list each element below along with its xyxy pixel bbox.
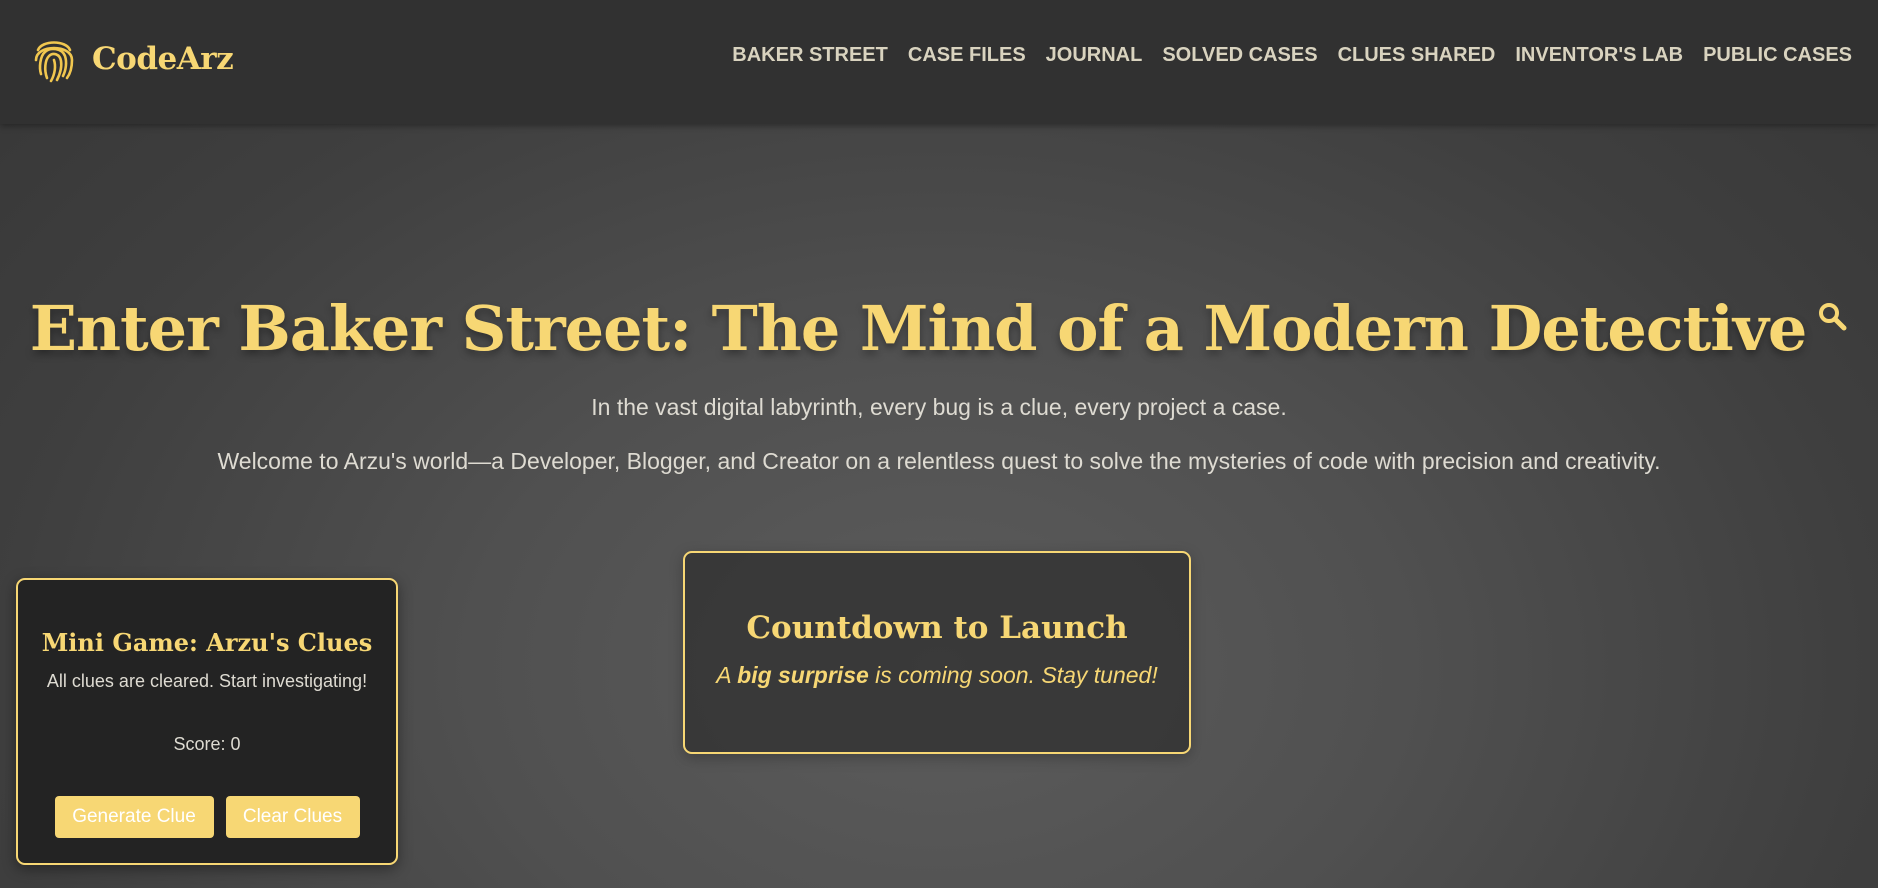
countdown-title: Countdown to Launch [746, 610, 1128, 646]
nav-link-public-cases[interactable]: PUBLIC CASES [1703, 44, 1852, 67]
generate-clue-button[interactable]: Generate Clue [54, 796, 214, 838]
mini-game-status: All clues are cleared. Start investigati… [46, 671, 368, 691]
fingerprint-icon [34, 41, 74, 83]
hero-tagline-2: Welcome to Arzu's world—a Developer, Blo… [217, 448, 1661, 474]
hero-title-text: Enter Baker Street: The Mind of a Modern… [29, 292, 1808, 365]
nav-link-journal[interactable]: JOURNAL [1046, 44, 1143, 67]
brand-link[interactable]: CodeArz [32, 34, 234, 84]
nav-link-inventors-lab[interactable]: INVENTOR'S LAB [1515, 44, 1683, 67]
search-icon [1819, 303, 1847, 331]
mini-game-card: Mini Game: Arzu's Clues All clues are cl… [16, 578, 398, 865]
hero-title: Enter Baker Street: The Mind of a Modern… [0, 292, 1878, 365]
nav-link-baker-street[interactable]: BAKER STREET [732, 44, 888, 67]
countdown-text-bold: big surprise [737, 662, 869, 688]
nav-link-clues-shared[interactable]: CLUES SHARED [1338, 44, 1496, 67]
hero-tagline-1: In the vast digital labyrinth, every bug… [591, 394, 1287, 420]
countdown-text-after: is coming soon. Stay tuned! [868, 662, 1158, 688]
nav-link-case-files[interactable]: CASE FILES [908, 44, 1026, 67]
navbar: CodeArz BAKER STREET CASE FILES JOURNAL … [0, 0, 1878, 124]
clear-clues-button[interactable]: Clear Clues [225, 796, 360, 838]
countdown-text-before: A [716, 662, 738, 688]
mini-game-score: Score: 0 [173, 734, 241, 754]
nav-links: BAKER STREET CASE FILES JOURNAL SOLVED C… [712, 44, 1852, 67]
mini-game-buttons: Generate Clue Clear Clues [18, 796, 396, 838]
countdown-card: Countdown to Launch A big surprise is co… [683, 551, 1191, 754]
nav-link-solved-cases[interactable]: SOLVED CASES [1162, 44, 1317, 67]
brand-name: CodeArz [92, 41, 234, 77]
countdown-message: A big surprise is coming soon. Stay tune… [685, 662, 1189, 689]
mini-game-title: Mini Game: Arzu's Clues [41, 628, 373, 657]
